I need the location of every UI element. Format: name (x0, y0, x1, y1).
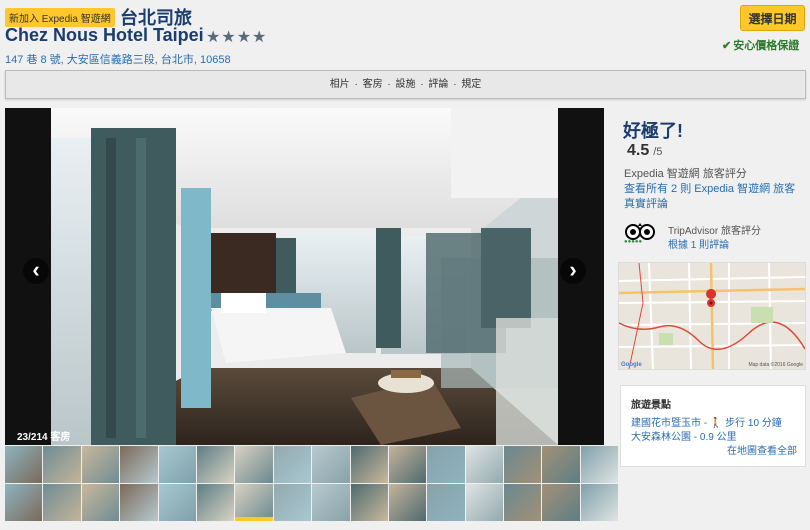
previous-photo-button[interactable]: ‹ (23, 258, 49, 284)
nav-photos[interactable]: 相片 (329, 79, 351, 90)
photo-thumbnail[interactable] (235, 484, 273, 521)
photo-thumbnail[interactable] (580, 484, 619, 521)
nav-separator: · (453, 79, 457, 90)
photo-thumbnail[interactable] (388, 446, 427, 483)
photo-thumbnail[interactable] (81, 446, 120, 483)
photo-thumbnail[interactable] (196, 484, 235, 521)
select-dates-button[interactable]: 選擇日期 (740, 5, 805, 31)
photo-thumbnail[interactable] (580, 446, 619, 483)
nav-reviews[interactable]: 評論 (427, 79, 449, 90)
photo-thumbnail[interactable] (504, 484, 542, 521)
photo-thumbnail[interactable] (465, 484, 504, 521)
map-footer: Google Map data ©2016 Google (619, 359, 805, 369)
photo-thumbnail[interactable] (273, 446, 312, 483)
photo-thumbnail[interactable] (235, 446, 273, 483)
hotel-header: 新加入 Expedia 智遊網 台北司旅 Chez Nous Hotel Tai… (0, 0, 810, 68)
location-map[interactable]: Google Map data ©2016 Google (618, 262, 806, 370)
tripadvisor-owl-icon (625, 223, 655, 240)
check-icon: ✔ (722, 40, 732, 52)
nav-amenities[interactable]: 設施 (395, 79, 417, 90)
photo-thumbnail[interactable] (81, 484, 120, 521)
photo-thumbnail[interactable] (273, 484, 312, 521)
next-photo-button[interactable]: › (560, 258, 586, 284)
photo-thumbnail[interactable] (312, 484, 350, 521)
thumbnail-strip (5, 446, 619, 522)
map-graphic (619, 263, 805, 369)
hotel-room-photo (51, 108, 558, 445)
attractions-panel: 旅遊景點 建國花市暨玉市 - 🚶 步行 10 分鐘 大安森林公園 - 0.9 公… (620, 385, 806, 467)
score-scale: /5 (653, 146, 663, 158)
photo-thumbnail[interactable] (427, 484, 465, 521)
photo-gallery: ‹ › 23/214 客房 (5, 108, 604, 445)
photo-thumbnail[interactable] (350, 484, 388, 521)
photo-thumbnail[interactable] (158, 446, 196, 483)
view-all-on-map-link[interactable]: 在地圖查看全部 (727, 442, 797, 457)
tripadvisor-bubbles: ●●●●● (624, 239, 643, 245)
map-attribution: Map data ©2016 Google (748, 362, 803, 368)
photo-thumbnail[interactable] (5, 484, 43, 521)
google-logo: Google (621, 362, 642, 368)
photo-thumbnail[interactable] (158, 484, 196, 521)
nav-separator: · (420, 79, 424, 90)
photo-counter: 23/214 客房 (17, 432, 71, 443)
attractions-title: 旅遊景點 (631, 400, 671, 411)
attraction-item[interactable]: 大安森林公園 - 0.9 公里 (631, 428, 737, 443)
photo-thumbnail[interactable] (196, 446, 235, 483)
tripadvisor-rating-label: TripAdvisor 旅客評分 (668, 226, 761, 237)
photo-thumbnail[interactable] (388, 484, 427, 521)
hotel-name-english: Chez Nous Hotel Taipei (5, 25, 204, 45)
photo-thumbnail[interactable] (504, 446, 542, 483)
photo-thumbnail[interactable] (350, 446, 388, 483)
price-guarantee-label: 安心價格保證 (733, 40, 800, 52)
photo-thumbnail[interactable] (120, 484, 158, 521)
expedia-reviews-link[interactable]: 查看所有 2 則 Expedia 智遊網 旅客真實評論 (624, 182, 804, 212)
expedia-rating-label: Expedia 智遊網 旅客評分 (624, 168, 747, 180)
score-value: 4.5 (627, 142, 650, 159)
attraction-item[interactable]: 建國花市暨玉市 - 🚶 步行 10 分鐘 (631, 414, 782, 429)
photo-thumbnail[interactable] (120, 446, 158, 483)
tripadvisor-reviews-link[interactable]: 根據 1 則評論 (668, 236, 729, 251)
photo-thumbnail[interactable] (427, 446, 465, 483)
rating-heading: 好極了! (623, 121, 683, 141)
nav-separator: · (387, 79, 391, 90)
nav-policies[interactable]: 規定 (460, 79, 482, 90)
photo-thumbnail[interactable] (542, 484, 580, 521)
hotel-address: 147 巷 8 號, 大安區信義路三段, 台北市, 10658 (5, 54, 231, 66)
section-nav: 相片 · 客房 · 設施 · 評論 · 規定 (5, 70, 806, 99)
photo-thumbnail[interactable] (465, 446, 504, 483)
nav-rooms[interactable]: 客房 (362, 79, 384, 90)
guest-score: 4.5/5 (627, 142, 662, 160)
star-rating: ★★★★ (206, 29, 268, 46)
photo-thumbnail[interactable] (43, 446, 81, 483)
photo-thumbnail[interactable] (312, 446, 350, 483)
photo-thumbnail[interactable] (43, 484, 81, 521)
nav-separator: · (354, 79, 358, 90)
photo-thumbnail[interactable] (5, 446, 43, 483)
price-guarantee: ✔ 安心價格保證 (722, 37, 799, 53)
photo-thumbnail[interactable] (542, 446, 580, 483)
